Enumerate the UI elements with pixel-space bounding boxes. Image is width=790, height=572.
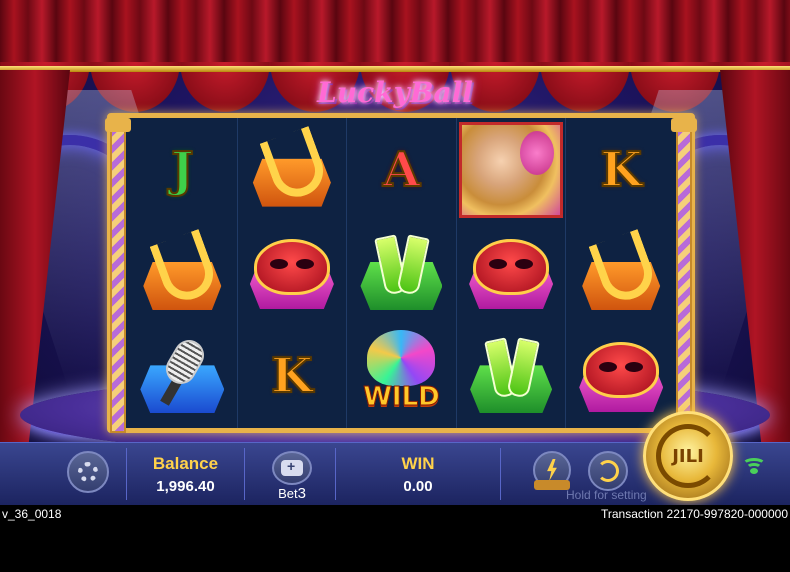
symbol-saxophone <box>576 229 666 314</box>
bet-label-group: Bet3 <box>270 485 314 502</box>
pillar-left <box>110 118 126 433</box>
reel-cell <box>457 118 567 222</box>
divider <box>500 448 501 500</box>
balance-label: Balance <box>152 454 219 473</box>
balance-value: 1,996.40 <box>156 478 215 495</box>
reel-cell <box>128 324 238 428</box>
divider <box>126 448 127 500</box>
chip-stack-icon <box>281 458 303 476</box>
spin-button[interactable]: JILI <box>643 411 733 501</box>
reel-cell <box>566 325 676 428</box>
symbol-saxophone <box>137 229 227 314</box>
symbol-j: J <box>170 141 195 199</box>
reel-cell: K <box>238 324 348 428</box>
bet-label: Bet <box>278 486 298 501</box>
reel-cell <box>457 221 567 325</box>
reel-cell: WILD <box>347 324 457 428</box>
symbol-lady-portrait <box>459 121 564 218</box>
bet-button[interactable] <box>272 451 312 485</box>
divider <box>335 448 336 500</box>
symbol-mask <box>465 233 557 313</box>
bet-value: 3 <box>297 485 306 502</box>
win-label: WIN <box>401 454 435 473</box>
reel-cell: J <box>128 118 238 222</box>
version-text: v_36_0018 <box>2 507 62 521</box>
symbol-k: K <box>599 141 643 199</box>
spin-arrow-icon <box>656 424 720 488</box>
bottom-letterbox <box>0 522 790 572</box>
reel-cell: K <box>566 118 676 221</box>
wild-label: WILD <box>363 382 441 413</box>
symbol-k: K <box>270 347 314 405</box>
win-value: 0.00 <box>403 478 433 495</box>
reel-cell <box>566 221 676 324</box>
game-logo: LuckyBall <box>317 75 473 109</box>
curtain-top <box>0 0 790 70</box>
gear-icon <box>78 462 98 482</box>
symbol-mask <box>575 336 667 416</box>
settings-button[interactable] <box>67 451 109 493</box>
symbol-champagne <box>356 232 446 314</box>
reel-cell: A <box>347 118 457 222</box>
reel-cell <box>347 221 457 325</box>
symbol-a: A <box>382 141 421 199</box>
divider <box>244 448 245 500</box>
autoplay-button[interactable] <box>588 451 628 491</box>
pillar-right <box>676 118 692 433</box>
reel-cell <box>238 118 348 222</box>
reel-cell <box>238 221 348 325</box>
lightning-icon <box>547 459 557 481</box>
turbo-indicator <box>534 480 570 490</box>
symbol-mask <box>246 233 338 313</box>
transaction-text: Transaction 22170-997820-000000 <box>600 507 788 521</box>
symbol-saxophone <box>247 125 337 211</box>
wifi-icon <box>742 458 766 478</box>
symbol-wild: WILD <box>349 328 453 424</box>
autoplay-icon <box>597 460 619 482</box>
symbol-champagne <box>466 335 556 417</box>
reel-cell <box>128 221 238 325</box>
symbol-microphone <box>136 334 228 417</box>
status-bar: v_36_0018 Transaction 22170-997820-00000… <box>0 505 790 522</box>
reel-cell <box>457 324 567 428</box>
reel-grid: J A K K WILD <box>128 118 676 428</box>
